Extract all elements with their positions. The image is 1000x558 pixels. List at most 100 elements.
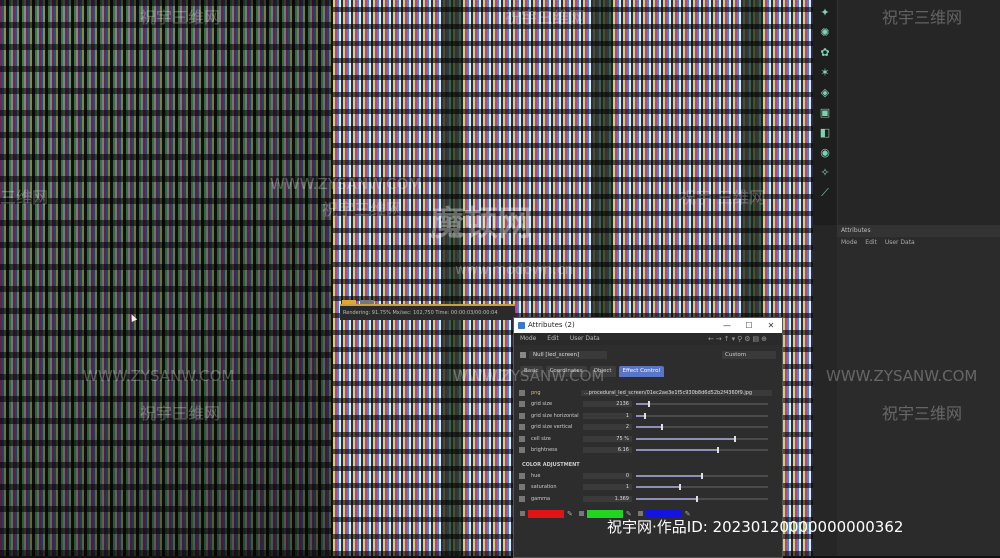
param-label: grid size horizontal (531, 412, 579, 419)
param-value[interactable]: 2 (583, 424, 632, 431)
keyframe-icon[interactable] (519, 472, 525, 479)
effector-icon[interactable]: ✶ (818, 66, 832, 80)
window-nav-icons[interactable]: ←→↑▾⚲⚙▤⊕ (708, 333, 769, 345)
keyframe-icon[interactable] (578, 511, 584, 516)
keyframe-icon[interactable] (519, 495, 525, 502)
app-side-panel: ✦ ✺ ✿ ✶ ◈ ▣ ◧ ◉ ✧ ⟋ Attributes Mode Edit… (813, 0, 1000, 556)
field-icon[interactable]: ▣ (818, 106, 832, 120)
deformer-icon[interactable]: ◈ (818, 86, 832, 100)
param-row: grid size horizontal 1 (514, 410, 782, 422)
tab-object[interactable]: Object (589, 366, 616, 377)
window-menubar: Mode Edit User Data ←→↑▾⚲⚙▤⊕ (514, 333, 782, 345)
param-label: cell size (531, 435, 551, 442)
swatch-group-red: ✎ (520, 509, 573, 518)
param-slider[interactable] (636, 472, 768, 479)
maximize-button[interactable]: ☐ (738, 318, 760, 333)
attribute-tabs: Basic Coordinates Object Effect Control (514, 366, 782, 377)
param-value[interactable]: 1 (583, 412, 632, 419)
footer-credit: 祝宇网·作品ID: 20230120000000000362 (607, 518, 904, 536)
tool-icon[interactable]: ✦ (818, 6, 832, 20)
param-slider[interactable] (636, 435, 768, 442)
menu-mode[interactable]: Mode (520, 335, 536, 342)
keyframe-icon[interactable] (519, 435, 525, 442)
png-file-field[interactable]: ...procedural_led_screen/01ec2ae3e1f5c93… (581, 389, 772, 396)
keyframe-icon[interactable] (519, 447, 525, 454)
keyframe-icon[interactable] (519, 424, 525, 431)
color-swatch-red[interactable] (528, 509, 564, 518)
watermark-center: 魔顿网 (430, 204, 532, 244)
window-controls: — ☐ ✕ (716, 318, 782, 333)
menu-user-data[interactable]: User Data (885, 239, 915, 246)
tab-coordinates[interactable]: Coordinates (545, 366, 587, 377)
param-slider[interactable] (636, 484, 768, 491)
param-value[interactable]: 75 % (583, 435, 632, 442)
tag-icon[interactable]: ⟋ (818, 186, 832, 200)
menu-mode[interactable]: Mode (841, 239, 857, 246)
camera-icon[interactable]: ◉ (818, 146, 832, 160)
eyedropper-icon[interactable]: ✎ (567, 510, 573, 518)
attributes-tab[interactable]: Attributes (837, 225, 1000, 237)
param-value[interactable]: 2136 (583, 401, 632, 408)
slider-fill (636, 437, 735, 440)
keyframe-icon[interactable] (519, 484, 525, 491)
slider-knob[interactable] (695, 495, 698, 502)
param-value[interactable]: 6.16 (583, 447, 632, 454)
param-slider[interactable] (636, 447, 768, 454)
param-row: brightness 6.16 (514, 445, 782, 457)
param-label: grid size (531, 401, 553, 408)
slider-knob[interactable] (644, 412, 647, 419)
minimize-button[interactable]: — (716, 318, 738, 333)
tab-effect-control[interactable]: Effect Control (618, 366, 664, 377)
cloner-icon[interactable]: ✿ (818, 46, 832, 60)
param-row: hue 0 (514, 470, 782, 482)
param-label: grid size vertical (531, 424, 573, 431)
png-file-row: png ...procedural_led_screen/01ec2ae3e1f… (514, 387, 782, 399)
slider-knob[interactable] (661, 424, 664, 431)
keyframe-icon[interactable] (520, 511, 525, 516)
render-status-bar: Rendering: 91.75% Mx/sec: 102,750 Time: … (340, 304, 515, 320)
param-label: saturation (531, 484, 557, 491)
param-slider[interactable] (636, 495, 768, 502)
spline-icon[interactable]: ◧ (818, 126, 832, 140)
param-row: grid size 2136 (514, 399, 782, 411)
gear-icon[interactable]: ✺ (818, 26, 832, 40)
slider-knob[interactable] (734, 435, 736, 442)
slider-knob[interactable] (701, 472, 703, 479)
param-slider[interactable] (636, 424, 768, 431)
tool-palette: ✦ ✺ ✿ ✶ ◈ ▣ ◧ ◉ ✧ ⟋ (813, 0, 838, 225)
param-value[interactable]: 1 (583, 484, 632, 491)
slider-knob[interactable] (716, 447, 719, 454)
slider-fill (636, 486, 680, 489)
keyframe-icon[interactable] (519, 401, 525, 408)
param-label: png (531, 389, 541, 396)
slider-fill (636, 426, 663, 429)
slider-knob[interactable] (678, 484, 681, 491)
params-list: grid size 2136 grid size horizontal 1 grid s… (514, 399, 782, 457)
param-row: grid size vertical 2 (514, 422, 782, 434)
viewport-left[interactable] (0, 0, 332, 556)
object-name: Null [led_screen] (529, 351, 607, 359)
window-title: Attributes (2) (528, 321, 575, 329)
param-slider[interactable] (636, 412, 768, 419)
menu-user-data[interactable]: User Data (570, 335, 600, 342)
param-row: cell size 75 % (514, 433, 782, 445)
menu-edit[interactable]: Edit (865, 239, 877, 246)
light-icon[interactable]: ✧ (818, 166, 832, 180)
window-titlebar[interactable]: Attributes (2) — ☐ ✕ (514, 318, 782, 333)
object-row: Null [led_screen] Custom (514, 348, 782, 362)
mode-dropdown[interactable]: Custom (722, 351, 776, 359)
close-button[interactable]: ✕ (760, 318, 782, 333)
slider-fill (636, 497, 697, 500)
param-value[interactable]: 1.369 (583, 495, 632, 502)
app-icon (518, 322, 525, 329)
param-slider[interactable] (636, 401, 768, 408)
null-object-icon (520, 352, 526, 358)
param-value[interactable]: 0 (583, 472, 632, 479)
menu-edit[interactable]: Edit (547, 335, 559, 342)
slider-fill (636, 449, 718, 452)
keyframe-icon[interactable] (519, 389, 525, 396)
slider-knob[interactable] (648, 401, 651, 408)
tab-basic[interactable]: Basic (520, 366, 543, 377)
keyframe-icon[interactable] (519, 412, 525, 419)
